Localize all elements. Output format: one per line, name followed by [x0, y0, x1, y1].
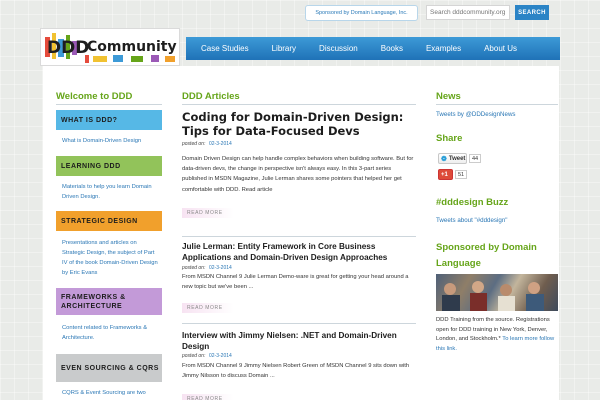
- sidebar-divider: [56, 104, 162, 105]
- article-date-label: posted on:: [182, 265, 206, 271]
- article-date: 02-3-2014: [209, 141, 232, 147]
- sidebar-desc-event-sourcing[interactable]: CQRS & Event Sourcing are two: [62, 388, 158, 398]
- news-title: News: [436, 91, 461, 102]
- ddd-community-logo[interactable]: DDD Community: [40, 28, 180, 66]
- tweet-count: 44: [469, 154, 481, 163]
- sidebar-item-frameworks[interactable]: FRAMEWORKS & ARCHITECTURE: [56, 288, 162, 315]
- gplus-button[interactable]: +1: [438, 169, 453, 180]
- nav-books[interactable]: Books: [381, 44, 426, 53]
- read-more-button[interactable]: READ MORE: [182, 303, 234, 313]
- sidebar-title: Welcome to DDD: [56, 91, 133, 102]
- nav-library[interactable]: Library: [272, 44, 319, 53]
- article-date: 02-3-2014: [209, 265, 232, 271]
- main-nav: Case Studies Library Discussion Books Ex…: [186, 37, 560, 60]
- articles-title: DDD Articles: [182, 91, 240, 102]
- article-date-label: posted on:: [182, 353, 206, 359]
- article-title[interactable]: Coding for Domain-Driven Design: Tips fo…: [182, 110, 416, 138]
- sidebar-desc-what-is-ddd[interactable]: What is Domain-Driven Design: [62, 136, 158, 146]
- gplus-count: 51: [455, 170, 467, 179]
- share-title: Share: [436, 133, 463, 144]
- logo-letters: DDD: [47, 38, 89, 58]
- article-excerpt: Domain Driven Design can help handle com…: [182, 156, 414, 193]
- read-more-button[interactable]: READ MORE: [182, 394, 234, 400]
- sidebar-desc-strategic-design[interactable]: Presentations and articles on Strategic …: [62, 238, 158, 278]
- article-separator: [182, 323, 416, 324]
- search-input[interactable]: [426, 5, 510, 20]
- twitter-bird-icon: ❁: [441, 155, 447, 163]
- sidebar-item-strategic-design[interactable]: STRATEGIC DESIGN: [56, 211, 162, 231]
- article-date-label: posted on:: [182, 141, 206, 147]
- sidebar-item-event-sourcing[interactable]: EVEN SOURCING & CQRS: [56, 354, 162, 382]
- article-separator: [182, 236, 416, 237]
- read-more-button[interactable]: READ MORE: [182, 208, 234, 218]
- article-excerpt: From MSDN Channel 9 Julie Lerman Demo-wa…: [182, 274, 409, 291]
- article-title[interactable]: Interview with Jimmy Nielsen: .NET and D…: [182, 331, 416, 352]
- sidebar-desc-frameworks[interactable]: Content related to Frameworks & Architec…: [62, 323, 158, 343]
- sponsor-title: Sponsored by Domain Language: [436, 242, 537, 269]
- tweet-button[interactable]: ❁ Tweet: [438, 153, 467, 164]
- search-button[interactable]: SEARCH: [515, 5, 549, 20]
- article-date: 02-3-2014: [209, 353, 232, 359]
- nav-case-studies[interactable]: Case Studies: [201, 44, 272, 53]
- buzz-twitter-link[interactable]: Tweets about "#dddesign": [436, 217, 507, 224]
- sidebar-item-what-is-ddd[interactable]: WHAT IS DDD?: [56, 110, 162, 130]
- article-title[interactable]: Julie Lerman: Entity Framework in Core B…: [182, 242, 416, 263]
- articles-divider: [182, 104, 416, 105]
- training-photo[interactable]: [436, 274, 558, 311]
- article-excerpt: From MSDN Channel 9 Jimmy Nielsen Robert…: [182, 363, 410, 380]
- sponsor-banner[interactable]: Sponsored by Domain Language, Inc.: [305, 5, 418, 21]
- news-divider: [436, 104, 558, 105]
- nav-discussion[interactable]: Discussion: [319, 44, 381, 53]
- logo-word: Community: [87, 39, 177, 55]
- sidebar-desc-learning-ddd[interactable]: Materials to help you learn Domain Drive…: [62, 182, 158, 202]
- nav-about-us[interactable]: About Us: [484, 44, 540, 53]
- sponsor-text: DDD Training from the source. Registrati…: [436, 316, 560, 354]
- sidebar-item-learning-ddd[interactable]: LEARNING DDD: [56, 156, 162, 176]
- nav-examples[interactable]: Examples: [426, 44, 484, 53]
- tweet-label: Tweet: [448, 155, 466, 162]
- gplus-label: +1: [441, 171, 448, 178]
- news-twitter-link[interactable]: Tweets by @DDDesignNews: [436, 111, 516, 118]
- buzz-title: #dddesign Buzz: [436, 197, 509, 208]
